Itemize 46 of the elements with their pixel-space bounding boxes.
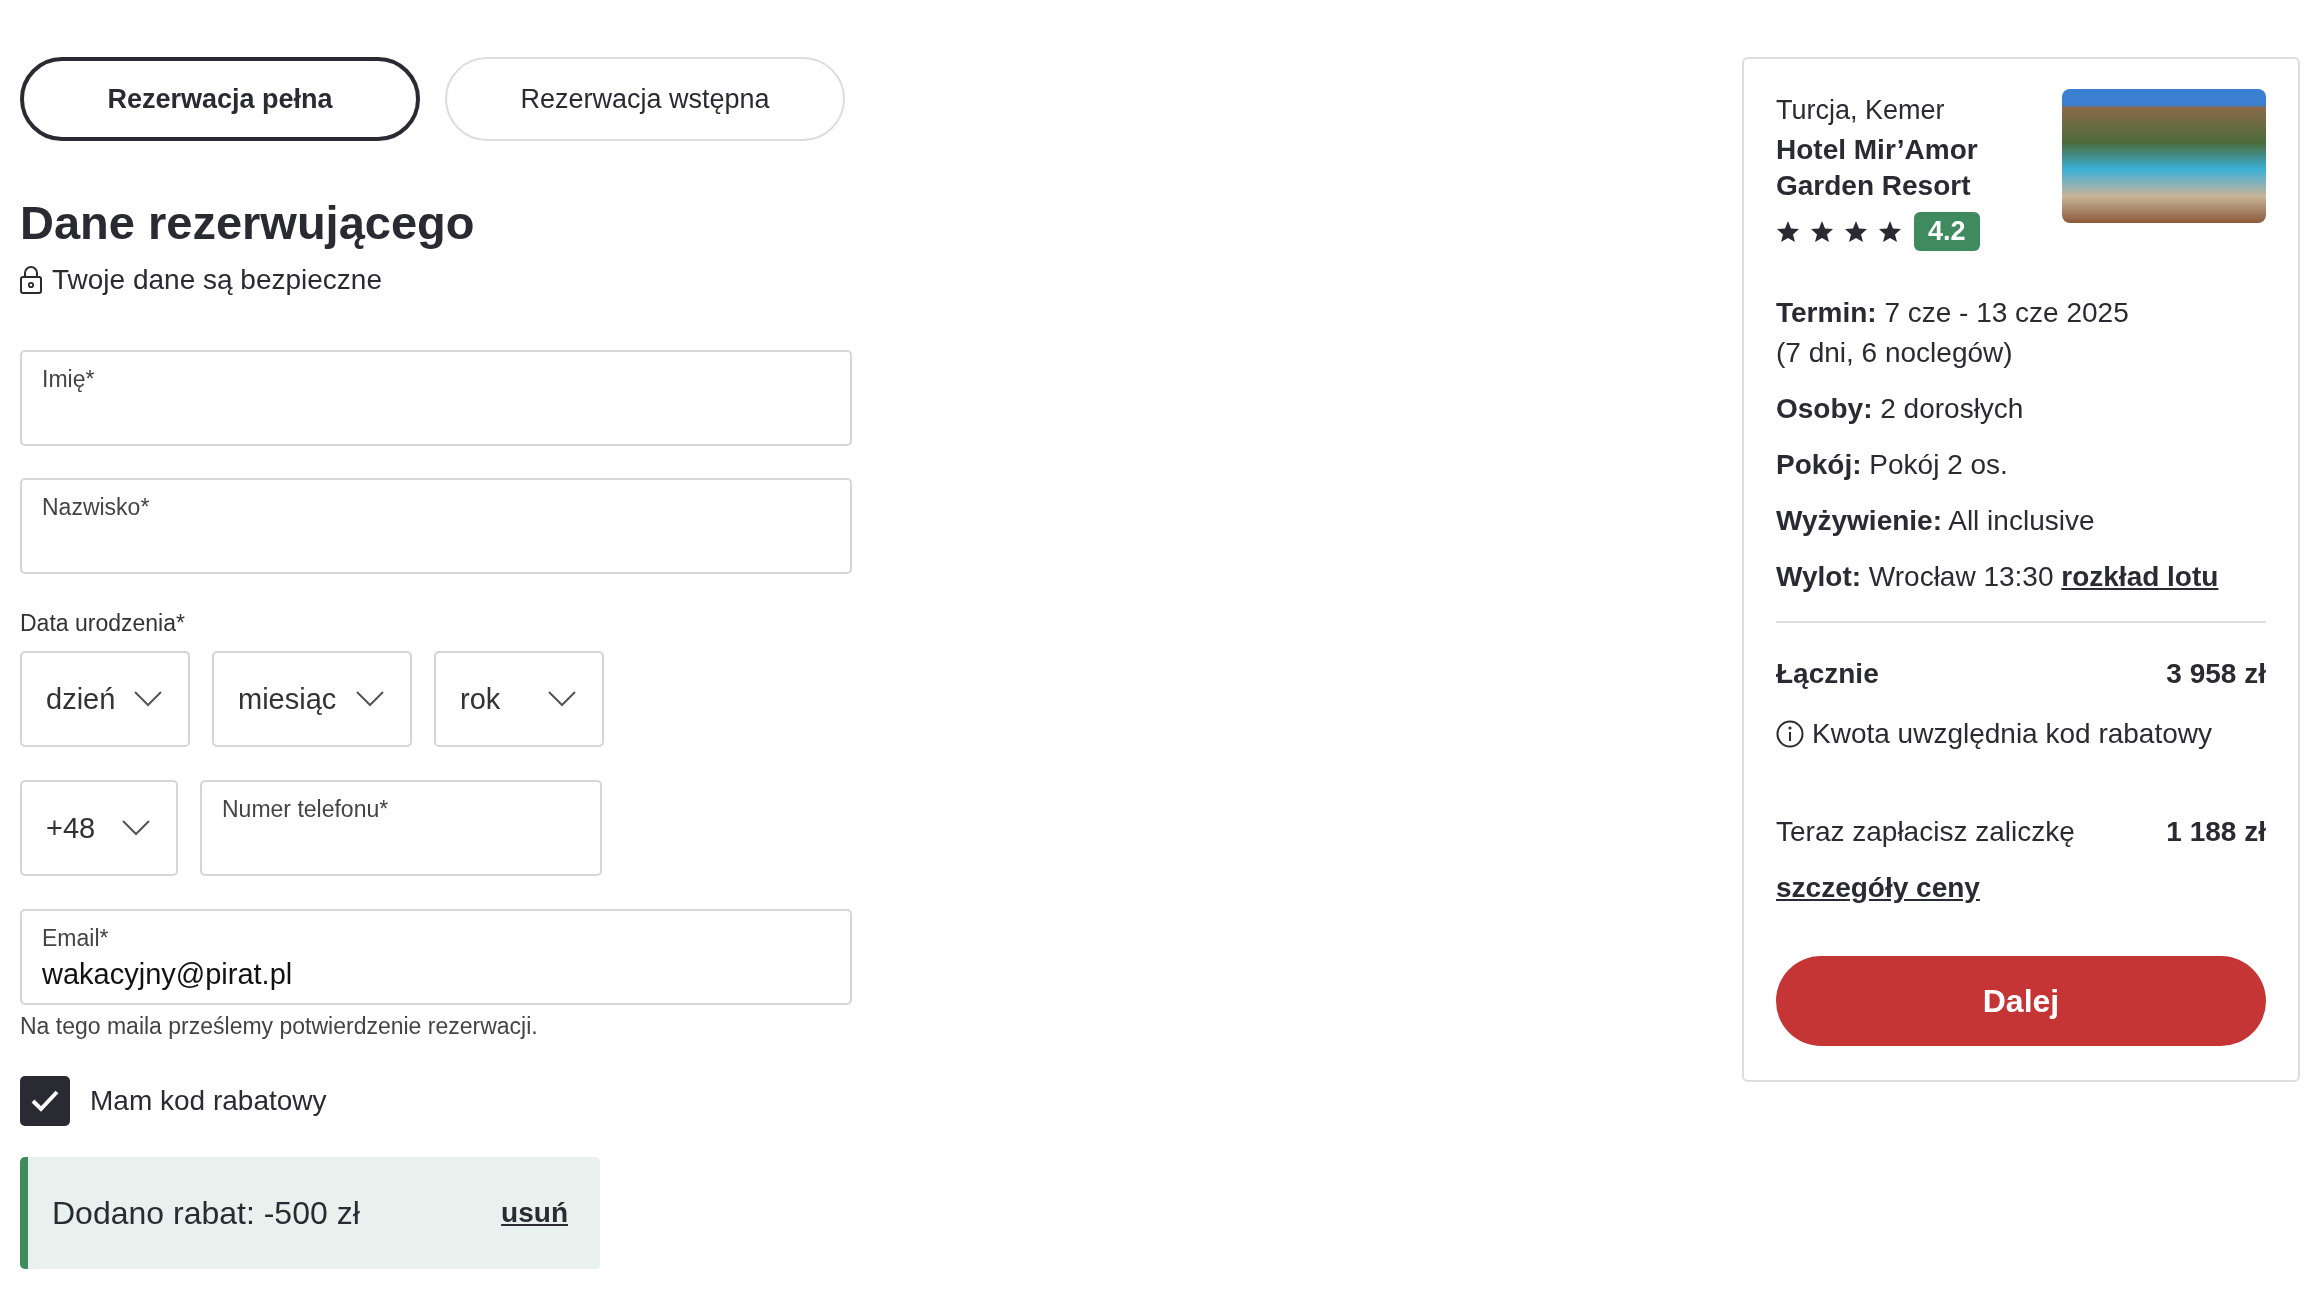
hotel-location: Turcja, Kemer [1776,95,1946,126]
info-icon [1776,720,1804,748]
star-icon [1776,220,1800,243]
trip-detail: Termin: 7 cze - 13 cze 2025 [1776,296,2130,330]
discount-text: Dodano rabat: -500 zł [52,1194,360,1232]
date-select[interactable]: rok [434,651,604,747]
remove-link[interactable]: usuń [501,1197,568,1229]
chevron-down-icon [356,691,384,707]
star-icon [1810,220,1834,243]
trip-detail: Wyżywienie: All inclusive [1776,504,2096,538]
price-details-link[interactable]: szczegóły ceny [1776,872,1980,903]
date-select[interactable]: miesiąc [212,651,412,747]
phone-field[interactable]: Numer telefonu* [200,780,602,876]
checkbox-label: Mam kod rabatowy [90,1085,327,1117]
date-select[interactable]: dzień [20,651,190,747]
deposit-label: Teraz zapłacisz zaliczkę [1776,816,2075,848]
trip-detail-note: (7 dni, 6 noclegów) [1776,336,2014,370]
deposit-price: 1 188 zł [2166,816,2266,848]
chevron-down-icon [122,820,150,836]
security-note: Twoje dane są bezpieczne [52,264,382,296]
email-field[interactable]: Email* wakacyjny@pirat.pl [20,909,852,1005]
trip-detail: Wylot: Wrocław 13:30 rozkład lotu [1776,560,2220,594]
flight-schedule-link[interactable]: rozkład lotu [2061,561,2219,592]
booking-type-tab[interactable]: Rezerwacja pełna [20,57,420,141]
rating-badge: 4.2 [1914,212,1980,251]
hotel-name: Hotel Mir’Amor Garden Resort [1776,133,1979,203]
checkbox[interactable] [20,1076,70,1126]
booking-type-tab[interactable]: Rezerwacja wstępna [445,57,845,141]
lock-icon [20,266,42,294]
star-icon [1844,220,1868,243]
trip-detail: Pokój: Pokój 2 os. [1776,448,2009,482]
chevron-down-icon [548,691,576,707]
trip-detail: Osoby: 2 dorosłych [1776,392,2025,426]
country-code-select[interactable]: +48 [20,780,178,876]
field-hint: Na tego maila prześlemy potwierdzenie rezerwacji. [20,1013,539,1040]
text-field[interactable]: Imię* [20,350,852,446]
section-heading: Dane rezerwującego [20,195,476,250]
field-label: Data urodzenia* [20,610,186,637]
total-label: Łącznie [1776,658,1879,690]
next-button[interactable]: Dalej [1776,956,2266,1046]
checkmark-icon [30,1089,60,1113]
text-field[interactable]: Nazwisko* [20,478,852,574]
chevron-down-icon [134,691,162,707]
total-price: 3 958 zł [2166,658,2266,690]
star-icon [1878,220,1902,243]
price-note: Kwota uwzględnia kod rabatowy [1812,718,2212,750]
